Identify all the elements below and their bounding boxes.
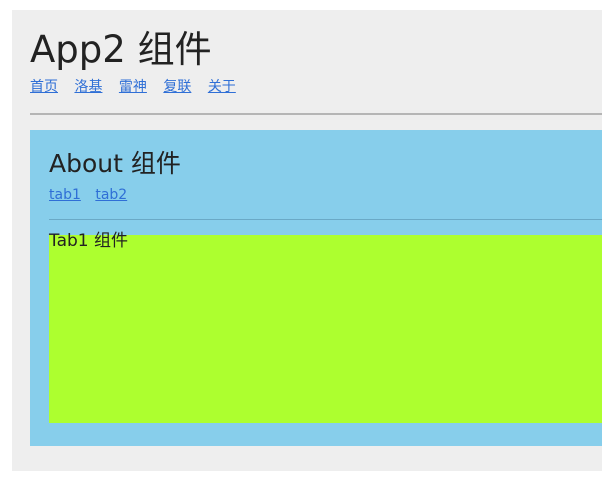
tab-link-tab1[interactable]: tab1	[49, 187, 81, 203]
tab-link-tab2[interactable]: tab2	[95, 187, 127, 203]
tab-panel-text: Tab1 组件	[49, 231, 128, 251]
tab-panel: Tab1 组件	[49, 231, 602, 423]
app2-container: App2 组件 首页 洛基 雷神 复联 关于 About 组件 tab1 tab…	[12, 10, 602, 471]
nav-link-loki[interactable]: 洛基	[74, 79, 102, 95]
nav-link-home[interactable]: 首页	[30, 79, 58, 95]
nav-link-about[interactable]: 关于	[208, 79, 236, 95]
app-title: App2 组件	[30, 28, 212, 71]
about-divider	[49, 219, 602, 220]
main-nav: 首页 洛基 雷神 复联 关于	[30, 78, 602, 96]
about-tabs: tab1 tab2	[49, 186, 602, 204]
nav-link-avengers[interactable]: 复联	[163, 79, 191, 95]
divider	[30, 113, 602, 115]
about-title: About 组件	[49, 149, 181, 178]
about-component: About 组件 tab1 tab2 Tab1 组件	[30, 130, 602, 446]
nav-link-thor[interactable]: 雷神	[119, 79, 147, 95]
